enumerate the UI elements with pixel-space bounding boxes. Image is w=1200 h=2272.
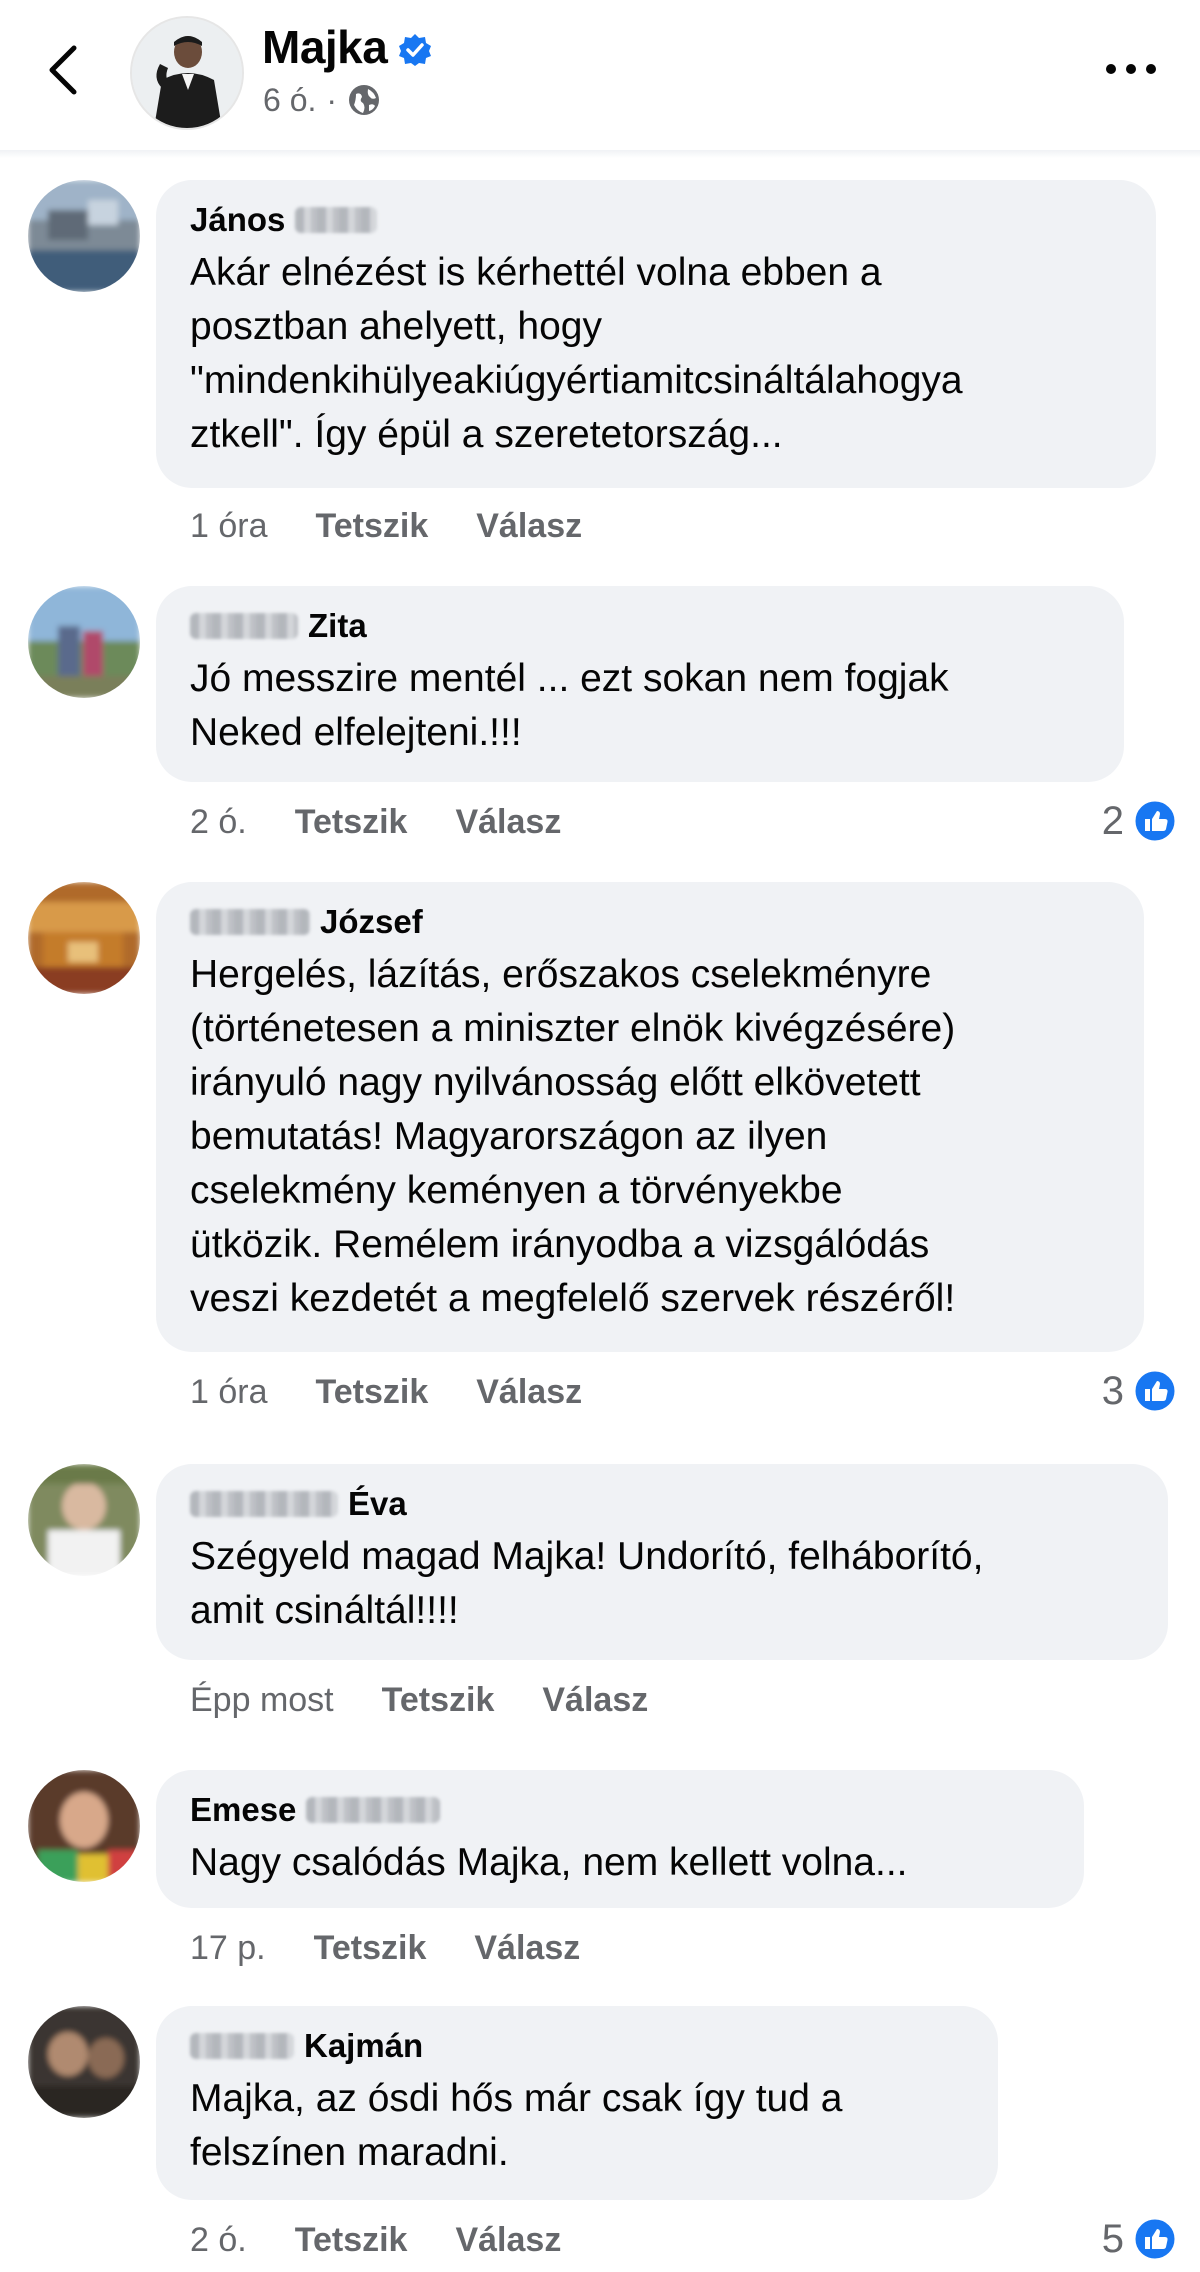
author-first-name: Kajmán: [304, 2027, 424, 2064]
redacted-name: [190, 1491, 338, 1517]
reaction-count[interactable]: 3: [1102, 1366, 1178, 1416]
author-first-name: János: [190, 201, 286, 238]
more-horizontal-icon: [1106, 64, 1156, 74]
verified-badge-icon: [397, 32, 433, 68]
like-reaction-icon: [1132, 798, 1178, 844]
avatar[interactable]: [28, 2006, 140, 2118]
comment-text: Akár elnézést is kérhettél volna ebben a…: [190, 251, 963, 456]
comment-author[interactable]: Éva: [190, 1484, 1134, 1524]
comment-author[interactable]: János: [190, 200, 1122, 240]
author-first-name: József: [320, 903, 423, 940]
like-button[interactable]: Tetszik: [382, 1681, 495, 1720]
comment-time[interactable]: 2 ó.: [190, 803, 247, 842]
redacted-name: [295, 207, 378, 233]
comment-actions: 17 p. Tetszik Válasz: [190, 1926, 580, 1970]
comment-time[interactable]: Épp most: [190, 1681, 334, 1720]
redacted-name: [190, 2033, 294, 2059]
back-button[interactable]: [40, 40, 90, 100]
chevron-left-icon: [49, 45, 77, 95]
avatar[interactable]: [28, 180, 140, 292]
author-first-name: Emese: [190, 1791, 297, 1828]
post-time[interactable]: 6 ó.: [263, 82, 316, 119]
author-first-name: Zita: [308, 607, 367, 644]
reply-button[interactable]: Válasz: [476, 507, 582, 546]
comment-author[interactable]: József: [190, 902, 1110, 942]
page-name[interactable]: Majka: [262, 20, 388, 74]
comment-author[interactable]: Zita: [190, 606, 1090, 646]
meta-separator: ·: [326, 81, 338, 118]
globe-icon: [347, 83, 381, 117]
comment-time[interactable]: 17 p.: [190, 1929, 266, 1968]
reply-button[interactable]: Válasz: [474, 1929, 580, 1968]
comment-time[interactable]: 1 óra: [190, 1373, 268, 1412]
comment-bubble: János Akár elnézést is kérhettél volna e…: [156, 180, 1156, 488]
redacted-name: [190, 613, 298, 639]
reaction-number: 5: [1101, 2216, 1124, 2261]
post-meta: 6 ó. ·: [263, 80, 381, 120]
reply-button[interactable]: Válasz: [455, 2221, 561, 2260]
comment-text: Jó messzire mentél ... ezt sokan nem fog…: [190, 657, 949, 754]
comment-text: Szégyeld magad Majka! Undorító, felhábor…: [190, 1535, 984, 1632]
avatar[interactable]: [28, 586, 140, 698]
like-reaction-icon: [1132, 1368, 1178, 1414]
like-button[interactable]: Tetszik: [316, 507, 429, 546]
comment-text: Nagy csalódás Majka, nem kellett volna..…: [190, 1841, 908, 1884]
reaction-count[interactable]: 5: [1102, 2214, 1178, 2264]
reply-button[interactable]: Válasz: [476, 1373, 582, 1412]
avatar[interactable]: [28, 882, 140, 994]
like-button[interactable]: Tetszik: [295, 803, 408, 842]
reaction-number: 3: [1101, 1368, 1124, 1413]
comment-author[interactable]: Kajmán: [190, 2026, 964, 2066]
redacted-name: [190, 909, 310, 935]
page-avatar[interactable]: [130, 16, 244, 130]
comment-time[interactable]: 2 ó.: [190, 2221, 247, 2260]
reply-button[interactable]: Válasz: [455, 803, 561, 842]
comment-text: Hergelés, lázítás, erőszakos cselekményr…: [190, 953, 956, 1320]
like-button[interactable]: Tetszik: [314, 1929, 427, 1968]
like-reaction-icon: [1132, 2216, 1178, 2262]
comment-actions: 1 óra Tetszik Válasz: [190, 1370, 582, 1414]
redacted-name: [306, 1797, 441, 1823]
reply-button[interactable]: Válasz: [542, 1681, 648, 1720]
reaction-number: 2: [1101, 798, 1124, 843]
comment-actions: 2 ó. Tetszik Válasz: [190, 2218, 561, 2262]
profile-photo: [132, 18, 242, 128]
avatar[interactable]: [28, 1770, 140, 1882]
like-button[interactable]: Tetszik: [316, 1373, 429, 1412]
reaction-count[interactable]: 2: [1102, 796, 1178, 846]
comment-author[interactable]: Emese: [190, 1790, 1050, 1830]
comment-bubble: Kajmán Majka, az ósdi hős már csak így t…: [156, 2006, 998, 2200]
comment-bubble: Éva Szégyeld magad Majka! Undorító, felh…: [156, 1464, 1168, 1660]
comment-time[interactable]: 1 óra: [190, 507, 268, 546]
comment-actions: Épp most Tetszik Válasz: [190, 1678, 648, 1722]
more-options-button[interactable]: [1103, 54, 1159, 84]
avatar[interactable]: [28, 1464, 140, 1576]
comment-text: Majka, az ósdi hős már csak így tud a fe…: [190, 2077, 843, 2174]
comment-bubble: Emese Nagy csalódás Majka, nem kellett v…: [156, 1770, 1084, 1908]
header-divider: [0, 150, 1200, 158]
comment-actions: 2 ó. Tetszik Válasz: [190, 800, 561, 844]
comment-bubble: Zita Jó messzire mentél ... ezt sokan ne…: [156, 586, 1124, 782]
author-first-name: Éva: [348, 1485, 407, 1522]
comment-actions: 1 óra Tetszik Válasz: [190, 504, 582, 548]
like-button[interactable]: Tetszik: [295, 2221, 408, 2260]
post-header: Majka 6 ó. ·: [0, 0, 1200, 150]
comment-bubble: József Hergelés, lázítás, erőszakos csel…: [156, 882, 1144, 1352]
